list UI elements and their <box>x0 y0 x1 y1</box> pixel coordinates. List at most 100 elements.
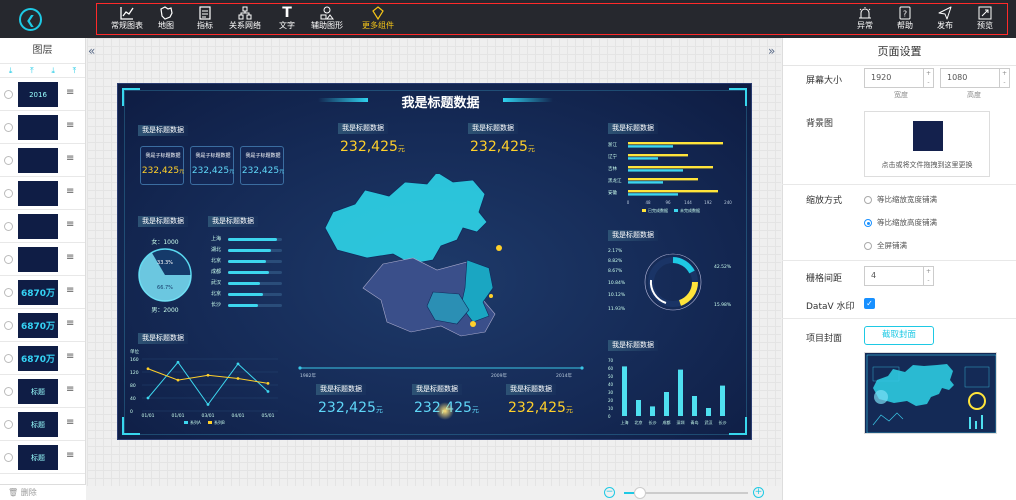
tool-shapes[interactable]: 辅助图形 <box>305 6 349 34</box>
move-down-icon[interactable]: ⤓ <box>51 66 55 76</box>
line-point <box>266 381 270 385</box>
grid-spinner[interactable]: + - <box>923 267 933 285</box>
collapse-right-panel-icon[interactable]: » <box>768 44 775 58</box>
zoom-slider-handle[interactable] <box>634 487 646 499</box>
layer-item[interactable]: ≡ <box>0 111 85 144</box>
layer-thumbnail: 标题 <box>18 445 58 470</box>
move-up-icon[interactable]: ⤒ <box>30 66 34 76</box>
zoom-in-button[interactable]: + <box>753 487 764 498</box>
tool-indicator[interactable]: 指标 <box>183 6 227 34</box>
layer-item[interactable]: 标题 ≡ <box>0 441 85 474</box>
help-icon: ? <box>898 6 912 21</box>
layer-select-radio[interactable] <box>4 222 13 231</box>
vbar-ytick: 20 <box>608 398 614 403</box>
drag-handle-icon[interactable]: ≡ <box>66 121 76 131</box>
tool-alarm[interactable]: 异常 <box>843 6 887 34</box>
drag-handle-icon[interactable]: ≡ <box>66 451 76 461</box>
drag-handle-icon[interactable]: ≡ <box>66 220 76 230</box>
drag-handle-icon[interactable]: ≡ <box>66 418 76 428</box>
watermark-checkbox[interactable]: ✓ <box>864 298 875 309</box>
divider <box>782 184 1016 185</box>
capture-cover-button[interactable]: 截取封面 <box>864 326 934 345</box>
layer-select-radio[interactable] <box>4 453 13 462</box>
layer-item[interactable]: ≡ <box>0 243 85 276</box>
width-input[interactable]: 1920 + - <box>864 68 934 88</box>
back-button[interactable]: ❮ <box>19 8 42 31</box>
tool-map[interactable]: 地图 <box>144 6 188 34</box>
delete-layer-button[interactable]: 🗑 删除 <box>0 484 86 500</box>
zoom-out-button[interactable]: − <box>604 487 615 498</box>
tool-publish[interactable]: 发布 <box>923 6 967 34</box>
layer-panel-title: 图层 <box>0 38 85 64</box>
layer-thumbnail <box>18 247 58 272</box>
tool-common-chart[interactable]: 常规图表 <box>105 6 149 34</box>
move-bottom-icon[interactable]: ⤒ <box>73 66 77 76</box>
scale-option-height[interactable]: 等比缩放高度铺满 <box>864 217 937 228</box>
vbar-ytick: 70 <box>608 358 614 363</box>
layer-select-radio[interactable] <box>4 420 13 429</box>
layer-select-radio[interactable] <box>4 90 13 99</box>
section-title: 我是标题数据 <box>208 216 258 227</box>
layer-select-radio[interactable] <box>4 354 13 363</box>
drag-handle-icon[interactable]: ≡ <box>66 385 76 395</box>
tool-preview[interactable]: 预览 <box>963 6 1007 34</box>
move-top-icon[interactable]: ⤓ <box>9 66 13 76</box>
layer-item[interactable]: 6870万 ≡ <box>0 342 85 375</box>
height-input[interactable]: 1080 + - <box>940 68 1010 88</box>
layer-item[interactable]: ≡ <box>0 144 85 177</box>
layer-item[interactable]: ≡ <box>0 210 85 243</box>
svg-text:?: ? <box>903 10 907 19</box>
drag-handle-icon[interactable]: ≡ <box>66 187 76 197</box>
height-spinner[interactable]: + - <box>999 69 1009 87</box>
drag-handle-icon[interactable]: ≡ <box>66 352 76 362</box>
more-components-icon <box>371 6 385 21</box>
drag-handle-icon[interactable]: ≡ <box>66 154 76 164</box>
line-point <box>206 403 210 406</box>
scale-option-fullscreen[interactable]: 全屏铺满 <box>864 240 907 251</box>
width-spinner[interactable]: + - <box>923 69 933 87</box>
gender-gauge: 女：1000 33.3% 66.7% 男：2000 <box>138 238 192 314</box>
layer-select-radio[interactable] <box>4 156 13 165</box>
layer-item[interactable]: 标题 ≡ <box>0 375 85 408</box>
collapse-left-panel-icon[interactable]: « <box>88 44 95 58</box>
layer-item[interactable]: 2016 ≡ <box>0 78 85 111</box>
layer-item[interactable]: ≡ <box>0 177 85 210</box>
background-upload[interactable]: 点击或将文件拖拽到这里更换 <box>864 111 990 177</box>
layer-select-radio[interactable] <box>4 255 13 264</box>
layer-item[interactable]: 标题 ≡ <box>0 408 85 441</box>
drag-handle-icon[interactable]: ≡ <box>66 286 76 296</box>
layer-select-radio[interactable] <box>4 288 13 297</box>
vbar-bar <box>678 369 683 416</box>
progress-label: 武汉 <box>211 280 222 286</box>
title-decoration <box>318 98 368 102</box>
vbar-xtick: 北京 <box>635 419 643 425</box>
layer-item[interactable]: 6870万 ≡ <box>0 309 85 342</box>
drag-handle-icon[interactable]: ≡ <box>66 319 76 329</box>
frame-corner <box>122 88 140 106</box>
drag-handle-icon[interactable]: ≡ <box>66 88 76 98</box>
layer-select-radio[interactable] <box>4 321 13 330</box>
drag-handle-icon[interactable]: ≡ <box>66 253 76 263</box>
tool-text[interactable]: T 文字 <box>265 6 309 34</box>
hbar-tick: 0 <box>627 200 630 205</box>
radio-icon <box>864 242 872 250</box>
vbar-xtick: 长沙 <box>719 419 727 425</box>
dashboard-preview[interactable]: 我是标题数据 我是标题数据 我是子标题数据 232,425元 我是子标题数据 232… <box>117 83 752 440</box>
vbar-ytick: 50 <box>608 374 614 379</box>
hbar-tick: 48 <box>645 200 651 205</box>
hbar-tick: 192 <box>704 200 712 205</box>
layer-item[interactable]: 6870万 ≡ <box>0 276 85 309</box>
tool-more-components[interactable]: 更多组件 <box>356 6 400 34</box>
stat-card: 我是子标题数据 232,425元 <box>140 146 184 185</box>
tool-help[interactable]: ? 帮助 <box>883 6 927 34</box>
vbar-ytick: 30 <box>608 390 614 395</box>
line-xtick: 04/01 <box>232 413 245 419</box>
hbar-label: 黑龙江 <box>608 177 622 184</box>
scale-option-width[interactable]: 等比缩放宽度铺满 <box>864 194 937 205</box>
tool-network[interactable]: 关系网络 <box>223 6 267 34</box>
layer-select-radio[interactable] <box>4 123 13 132</box>
grid-spacing-input[interactable]: 4 + - <box>864 266 934 286</box>
layer-select-radio[interactable] <box>4 189 13 198</box>
layer-select-radio[interactable] <box>4 387 13 396</box>
layer-thumbnail: 6870万 <box>18 313 58 338</box>
